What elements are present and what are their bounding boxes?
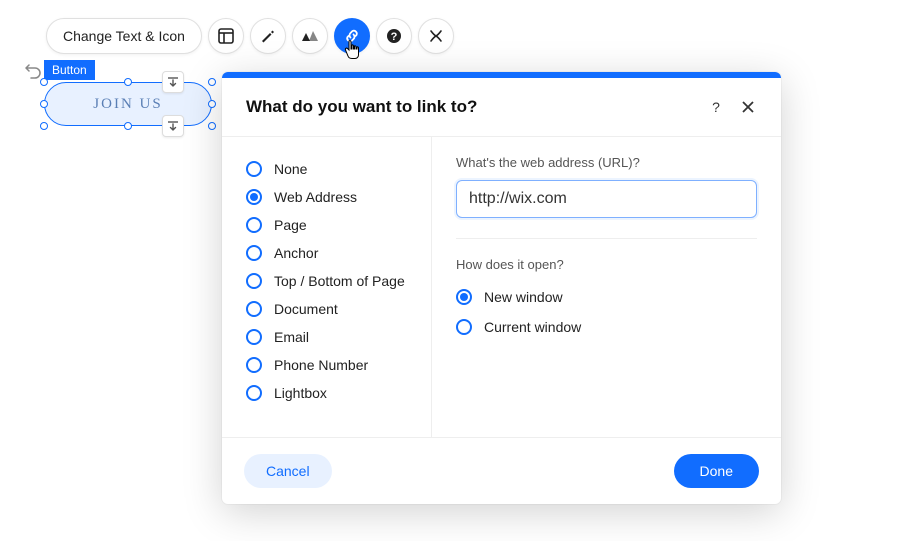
link-type-option[interactable]: Document [246,295,419,323]
link-type-label: Web Address [274,189,357,205]
link-type-label: Page [274,217,307,233]
close-icon[interactable] [737,96,759,118]
resize-handle[interactable] [208,122,216,130]
canvas-button[interactable]: JOIN US [44,82,212,126]
radio-icon [456,289,472,305]
stretch-icon[interactable] [418,18,454,54]
resize-handle[interactable] [124,78,132,86]
radio-icon [246,329,262,345]
animation-icon[interactable] [292,18,328,54]
brush-icon[interactable] [250,18,286,54]
dialog-title: What do you want to link to? [246,97,695,117]
cancel-button[interactable]: Cancel [244,454,332,488]
link-type-label: Lightbox [274,385,327,401]
resize-handle[interactable] [208,78,216,86]
dialog-footer: Cancel Done [222,437,781,504]
link-type-label: Top / Bottom of Page [274,273,405,289]
dialog-help-icon[interactable]: ? [705,96,727,118]
selected-element: Button JOIN US [44,60,212,126]
resize-handle[interactable] [40,100,48,108]
radio-icon [456,319,472,335]
link-icon[interactable] [334,18,370,54]
link-type-option[interactable]: Lightbox [246,379,419,407]
radio-icon [246,301,262,317]
link-type-label: Phone Number [274,357,368,373]
layout-icon[interactable] [208,18,244,54]
radio-icon [246,385,262,401]
link-type-label: Document [274,301,338,317]
selection-badge: Button [44,60,95,80]
editor-toolbar: Change Text & Icon ? [46,18,454,54]
link-type-option[interactable]: Email [246,323,419,351]
open-option-label: Current window [484,319,581,335]
open-options: New window Current window [456,282,757,342]
svg-text:?: ? [391,31,398,43]
link-type-list: None Web Address Page Anchor Top / Bottom of… [222,137,432,437]
radio-icon [246,357,262,373]
link-type-label: Email [274,329,309,345]
resize-handle[interactable] [208,100,216,108]
link-type-option[interactable]: Web Address [246,183,419,211]
radio-icon [246,161,262,177]
link-type-label: None [274,161,307,177]
radio-icon [246,245,262,261]
resize-handle[interactable] [124,122,132,130]
link-type-option[interactable]: Top / Bottom of Page [246,267,419,295]
radio-icon [246,273,262,289]
link-type-option[interactable]: Phone Number [246,351,419,379]
open-label: How does it open? [456,257,757,272]
divider [456,238,757,239]
canvas-button-text: JOIN US [93,96,162,113]
link-type-option[interactable]: Anchor [246,239,419,267]
help-icon[interactable]: ? [376,18,412,54]
attach-bottom-icon[interactable] [162,115,184,137]
resize-handle[interactable] [40,122,48,130]
resize-handle[interactable] [40,78,48,86]
link-type-option[interactable]: None [246,155,419,183]
change-text-button[interactable]: Change Text & Icon [46,18,202,54]
link-type-label: Anchor [274,245,318,261]
link-dialog: What do you want to link to? ? None Web A… [222,72,781,504]
svg-text:?: ? [712,100,720,114]
undo-icon[interactable] [24,64,42,82]
open-option[interactable]: New window [456,282,757,312]
url-input[interactable] [456,180,757,218]
link-type-option[interactable]: Page [246,211,419,239]
done-button[interactable]: Done [674,454,759,488]
radio-icon [246,217,262,233]
open-option[interactable]: Current window [456,312,757,342]
radio-icon [246,189,262,205]
open-option-label: New window [484,289,563,305]
dialog-header: What do you want to link to? ? [222,78,781,137]
attach-top-icon[interactable] [162,71,184,93]
url-label: What's the web address (URL)? [456,155,757,170]
